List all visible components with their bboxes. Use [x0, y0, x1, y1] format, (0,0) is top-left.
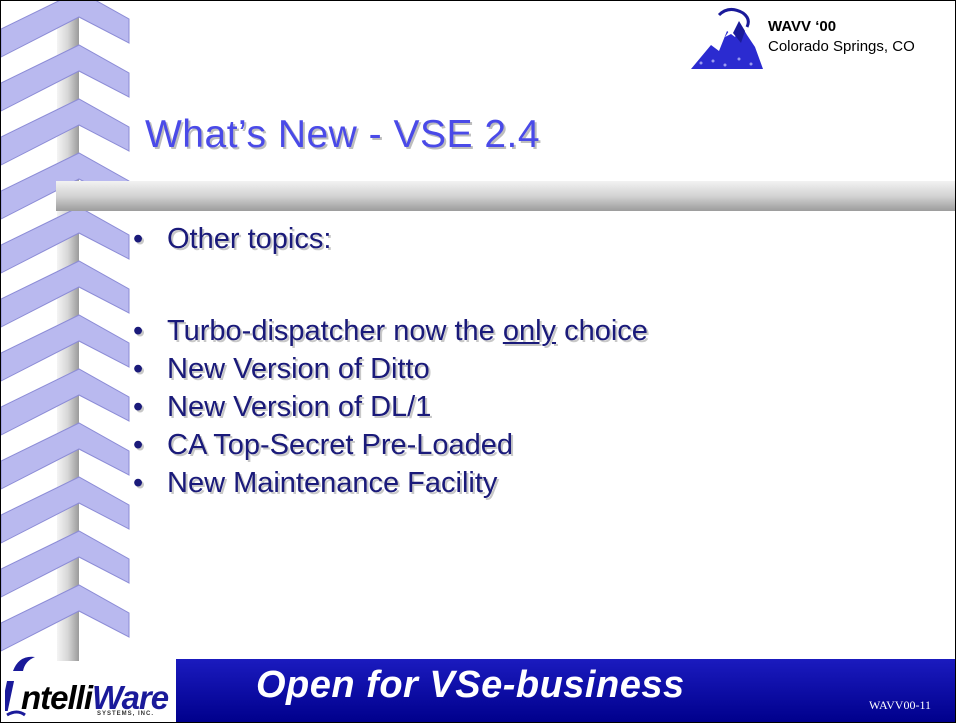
intelliware-tagline: SYSTEMS, INC. — [97, 711, 155, 717]
bullet-text: CA Top-Secret Pre-Loaded — [167, 429, 514, 461]
list-item: • CA Top-Secret Pre-Loaded — [133, 429, 514, 461]
bullet-text: New Version of Ditto — [167, 353, 430, 385]
list-item: • New Version of Ditto — [133, 353, 430, 385]
conference-location: Colorado Springs, CO — [768, 38, 915, 55]
bullet-text: New Maintenance Facility — [167, 467, 498, 499]
conference-info: WAVV ‘00 Colorado Springs, CO — [768, 17, 915, 57]
list-item: • Turbo-dispatcher now the only choice — [133, 315, 648, 347]
spiral-binding — [1, 1, 130, 661]
intelliware-logo: ntelliWare SYSTEMS, INC. — [5, 653, 177, 721]
intro-text: Other topics: — [167, 223, 332, 255]
page-number: WAVV00-11 — [869, 698, 931, 712]
bullet-text: New Version of DL/1 — [167, 391, 432, 423]
list-item: • New Version of DL/1 — [133, 391, 432, 423]
slide: WAVV ‘00 Colorado Springs, CO What’s New… — [0, 0, 956, 723]
footer-slogan: Open for VSe-business — [256, 664, 685, 706]
bullet-emphasis: only — [502, 315, 557, 347]
slide-title: What’s New - VSE 2.4 — [145, 113, 541, 156]
conference-name: WAVV ‘00 — [768, 18, 837, 35]
bullet-text: choice — [556, 315, 648, 347]
list-item: • Other topics: — [133, 223, 332, 255]
title-rule — [56, 181, 955, 211]
bullet-text: Turbo-dispatcher now the — [167, 315, 503, 347]
mountain-logo-icon — [691, 8, 763, 69]
brand-prefix: ntelli — [21, 679, 93, 716]
list-item: • New Maintenance Facility — [133, 467, 498, 499]
